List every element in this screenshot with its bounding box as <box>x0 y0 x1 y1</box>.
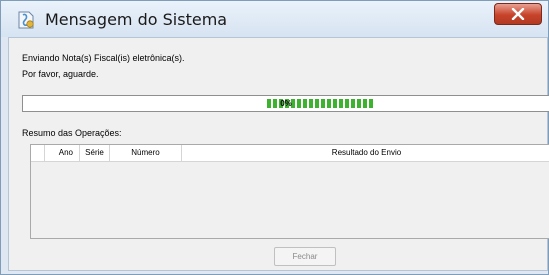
wait-message: Por favor, aguarde. <box>22 69 99 79</box>
close-dialog-button[interactable]: Fechar <box>274 247 336 266</box>
status-message: Enviando Nota(s) Fiscal(is) eletrônica(s… <box>22 53 185 63</box>
column-header-serie[interactable]: Série <box>80 145 110 161</box>
table-header: Ano Série Número Resultado do Envio <box>31 145 549 162</box>
operations-summary-label: Resumo das Operações: <box>22 128 122 138</box>
column-header-numero[interactable]: Número <box>110 145 182 161</box>
column-header-selector[interactable] <box>31 145 45 161</box>
certificate-icon <box>15 9 37 31</box>
dialog-window: Mensagem do Sistema Enviando Nota(s) Fis… <box>0 0 549 275</box>
operations-table[interactable]: Ano Série Número Resultado do Envio <box>30 144 549 239</box>
progress-bar: 0% <box>22 95 549 112</box>
column-header-resultado[interactable]: Resultado do Envio <box>182 145 549 161</box>
close-button[interactable] <box>494 3 542 25</box>
window-title: Mensagem do Sistema <box>45 10 228 29</box>
progress-text: 0% <box>280 99 292 108</box>
close-icon <box>511 5 525 24</box>
column-header-ano[interactable]: Ano <box>45 145 80 161</box>
title-bar[interactable]: Mensagem do Sistema <box>1 1 548 37</box>
